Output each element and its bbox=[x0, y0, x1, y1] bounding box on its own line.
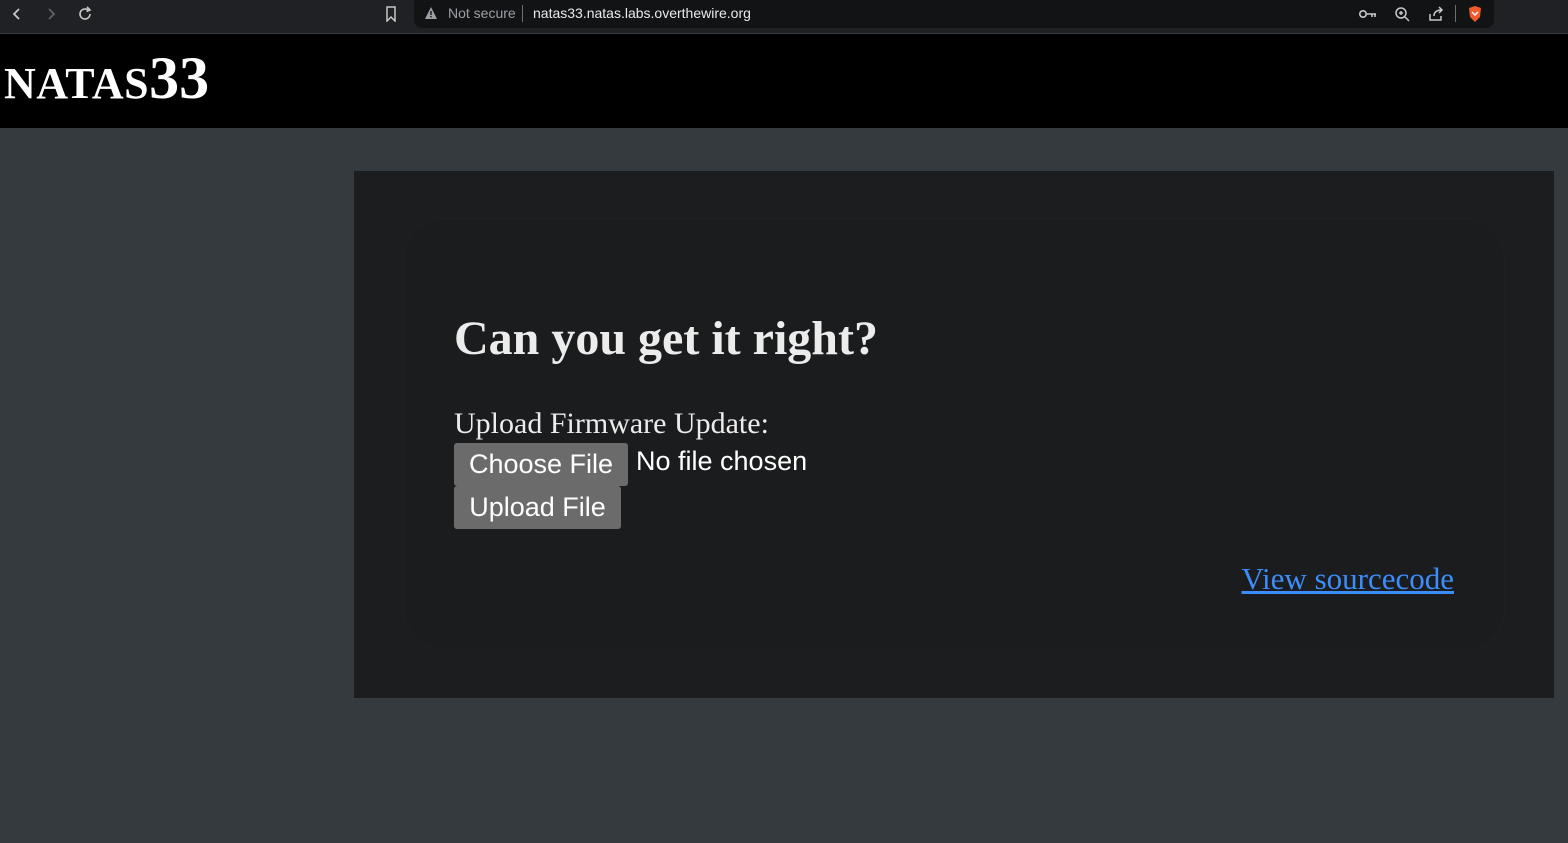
bookmark-icon[interactable] bbox=[380, 3, 402, 25]
content-panel: Can you get it right? Upload Firmware Up… bbox=[354, 171, 1554, 698]
zoom-icon[interactable] bbox=[1391, 3, 1413, 25]
share-icon[interactable] bbox=[1425, 3, 1447, 25]
security-label[interactable]: Not secure bbox=[448, 5, 516, 21]
view-sourcecode-link[interactable]: View sourcecode bbox=[1242, 561, 1454, 597]
content-heading: Can you get it right? bbox=[454, 312, 878, 365]
address-bar[interactable]: Not secure natas33.natas.labs.overthewir… bbox=[414, 0, 1494, 28]
upload-label: Upload Firmware Update: bbox=[454, 407, 769, 440]
divider bbox=[1455, 5, 1456, 22]
key-icon[interactable] bbox=[1357, 3, 1379, 25]
title-number: 33 bbox=[149, 45, 210, 111]
warning-icon bbox=[424, 6, 438, 23]
back-icon[interactable] bbox=[4, 3, 30, 25]
page-title: NATAS33 bbox=[4, 48, 209, 108]
file-status-text: No file chosen bbox=[636, 446, 808, 476]
reload-icon[interactable] bbox=[72, 3, 98, 25]
url-text[interactable]: natas33.natas.labs.overthewire.org bbox=[533, 5, 751, 21]
browser-toolbar: Not secure natas33.natas.labs.overthewir… bbox=[0, 0, 1568, 33]
divider bbox=[522, 5, 523, 22]
choose-file-button[interactable]: Choose File bbox=[454, 443, 628, 486]
page-header: NATAS33 bbox=[0, 34, 1568, 128]
brave-shield-icon[interactable] bbox=[1464, 3, 1486, 25]
title-prefix: NATAS bbox=[4, 59, 150, 108]
forward-icon[interactable] bbox=[38, 3, 64, 25]
upload-file-button[interactable]: Upload File bbox=[454, 486, 621, 529]
